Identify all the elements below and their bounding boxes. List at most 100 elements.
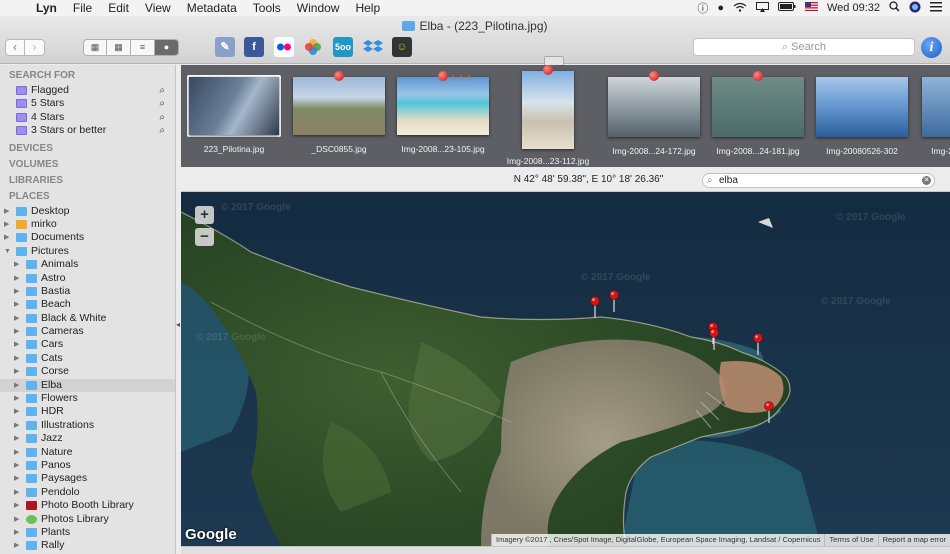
flickr-icon[interactable]	[274, 37, 294, 57]
sidebar-place-item[interactable]: ▶ Elba	[0, 378, 175, 393]
disclosure-triangle-icon[interactable]: ▶	[14, 272, 19, 285]
disclosure-triangle-icon[interactable]: ▶	[14, 338, 19, 351]
menu-app[interactable]: Lyn	[28, 1, 65, 15]
map-photo-pin-icon[interactable]	[590, 296, 600, 318]
smart-search-item[interactable]: 5 Stars ⌕	[0, 97, 175, 110]
sidebar-place-item[interactable]: ▶ Illustrations	[0, 419, 175, 432]
libraries-heading[interactable]: LIBRARIES	[0, 173, 175, 189]
sidebar-place-item[interactable]: ▶ mirko	[0, 218, 175, 231]
map-photo-pin-icon[interactable]	[764, 401, 774, 423]
disclosure-triangle-icon[interactable]: ▶	[14, 526, 19, 539]
sidebar-place-item[interactable]: ▶ Flowers	[0, 392, 175, 405]
sidebar-place-item[interactable]: ▶ Beach	[0, 298, 175, 311]
satellite-map[interactable]: © 2017 Google © 2017 Google © 2017 Googl…	[181, 192, 950, 546]
sidebar-place-item[interactable]: ▶ Rally	[0, 539, 175, 552]
disclosure-triangle-icon[interactable]: ▶	[14, 365, 19, 378]
sidebar-place-item[interactable]: ▶ Cameras	[0, 325, 175, 338]
smart-search-item[interactable]: 3 Stars or better ⌕	[0, 124, 175, 137]
sidebar-place-item[interactable]: ▶ Astro	[0, 272, 175, 285]
clock[interactable]: Wed 09:32	[827, 2, 880, 14]
grid-small-view-button[interactable]: ▦	[107, 39, 131, 56]
disclosure-triangle-icon[interactable]: ▶	[14, 352, 19, 365]
notification-center-icon[interactable]	[930, 1, 942, 15]
facebook-icon[interactable]: f	[244, 37, 264, 57]
rating-stars[interactable]: ★★★	[449, 73, 473, 84]
search-icon[interactable]: ⌕	[159, 97, 165, 110]
disclosure-triangle-icon[interactable]: ▶	[14, 459, 19, 472]
sidebar-place-item[interactable]: ▶ Photo Booth Library	[0, 499, 175, 512]
sidebar-place-item[interactable]: ▶ Bastia	[0, 285, 175, 298]
disclosure-triangle-icon[interactable]: ▶	[14, 285, 19, 298]
disclosure-triangle-icon[interactable]: ▶	[14, 446, 19, 459]
sidebar-place-item[interactable]: ▼ Pictures	[0, 245, 175, 258]
disclosure-triangle-icon[interactable]: ▶	[14, 539, 19, 552]
disclosure-triangle-icon[interactable]: ▶	[14, 405, 19, 418]
wifi-icon[interactable]	[733, 2, 747, 15]
disclosure-triangle-icon[interactable]: ▶	[14, 298, 19, 311]
sidebar-place-item[interactable]: ▶ Cats	[0, 352, 175, 365]
menu-metadata[interactable]: Metadata	[179, 1, 245, 15]
map-photo-pin-icon[interactable]	[609, 290, 619, 312]
sidebar-place-item[interactable]: ▶ Nature	[0, 446, 175, 459]
menu-view[interactable]: View	[137, 1, 179, 15]
report-map-error-link[interactable]: Report a map error	[877, 534, 950, 546]
smart-search-item[interactable]: Flagged ⌕	[0, 84, 175, 97]
disclosure-triangle-icon[interactable]: ▶	[14, 258, 19, 271]
zoom-in-button[interactable]: +	[195, 206, 214, 224]
sidebar-place-item[interactable]: ▶ Cars	[0, 338, 175, 351]
disclosure-triangle-icon[interactable]: ▶	[14, 419, 19, 432]
menu-tools[interactable]: Tools	[245, 1, 289, 15]
smart-search-item[interactable]: 4 Stars ⌕	[0, 111, 175, 124]
menu-edit[interactable]: Edit	[100, 1, 137, 15]
disclosure-triangle-icon[interactable]: ▶	[4, 218, 9, 231]
sidebar-place-item[interactable]: ▶ Animals	[0, 258, 175, 271]
info-status-icon[interactable]: ⓘ	[697, 0, 708, 16]
split-handle-icon[interactable]: ◂	[176, 320, 180, 329]
menu-window[interactable]: Window	[289, 1, 348, 15]
volumes-heading[interactable]: VOLUMES	[0, 157, 175, 173]
photos-app-icon[interactable]	[303, 37, 323, 57]
sidebar-place-item[interactable]: ▶ HDR	[0, 405, 175, 418]
disclosure-triangle-icon[interactable]: ▶	[14, 379, 19, 392]
sidebar-place-item[interactable]: ▶ Corse	[0, 365, 175, 378]
list-view-button[interactable]: ≡	[131, 39, 155, 56]
airplay-icon[interactable]	[755, 1, 769, 15]
menu-file[interactable]: File	[65, 1, 100, 15]
disclosure-triangle-icon[interactable]: ▶	[14, 312, 19, 325]
sidebar-place-item[interactable]: ▶ Black & White	[0, 312, 175, 325]
menu-help[interactable]: Help	[347, 1, 388, 15]
search-icon[interactable]: ⌕	[159, 84, 165, 97]
sidebar-place-item[interactable]: ▶ Desktop	[0, 205, 175, 218]
disclosure-triangle-icon[interactable]: ▶	[14, 486, 19, 499]
sidebar-place-item[interactable]: ▶ Documents	[0, 231, 175, 244]
disclosure-triangle-icon[interactable]: ▶	[14, 499, 19, 512]
disclosure-triangle-icon[interactable]: ▶	[14, 472, 19, 485]
forward-button[interactable]: ›	[25, 39, 45, 56]
grid-large-view-button[interactable]: ▦	[83, 39, 107, 56]
back-button[interactable]: ‹	[5, 39, 25, 56]
disclosure-triangle-icon[interactable]: ▶	[4, 231, 9, 244]
search-field[interactable]: ⌕ Search	[693, 38, 915, 56]
clear-search-icon[interactable]: ✕	[922, 176, 931, 185]
edit-image-icon[interactable]: ✎	[215, 37, 235, 57]
sidebar-place-item[interactable]: ▶ Pendolo	[0, 486, 175, 499]
search-icon[interactable]: ⌕	[159, 111, 165, 124]
terms-of-use-link[interactable]: Terms of Use	[824, 534, 878, 546]
disclosure-triangle-icon[interactable]: ▶	[4, 205, 9, 218]
zoom-out-button[interactable]: −	[195, 228, 214, 246]
map-photo-pin-icon[interactable]	[709, 328, 719, 350]
smugmug-icon[interactable]: ☺	[392, 37, 412, 57]
sidebar-place-item[interactable]: ▶ Plants	[0, 526, 175, 539]
sidebar-place-item[interactable]: ▶ Jazz	[0, 432, 175, 445]
spotlight-icon[interactable]	[889, 1, 900, 15]
disclosure-triangle-icon[interactable]: ▶	[14, 513, 19, 526]
disclosure-triangle-icon[interactable]: ▶	[14, 392, 19, 405]
search-icon[interactable]: ⌕	[159, 124, 165, 137]
dropbox-icon[interactable]	[363, 37, 383, 57]
sidebar-place-item[interactable]: ▶ Panos	[0, 459, 175, 472]
info-button[interactable]: i	[921, 37, 942, 58]
disclosure-triangle-icon[interactable]: ▶	[14, 325, 19, 338]
map-photo-pin-icon[interactable]	[753, 333, 763, 355]
hat-status-icon[interactable]: ●	[717, 2, 724, 14]
sidebar-place-item[interactable]: ▶ Photos Library	[0, 513, 175, 526]
